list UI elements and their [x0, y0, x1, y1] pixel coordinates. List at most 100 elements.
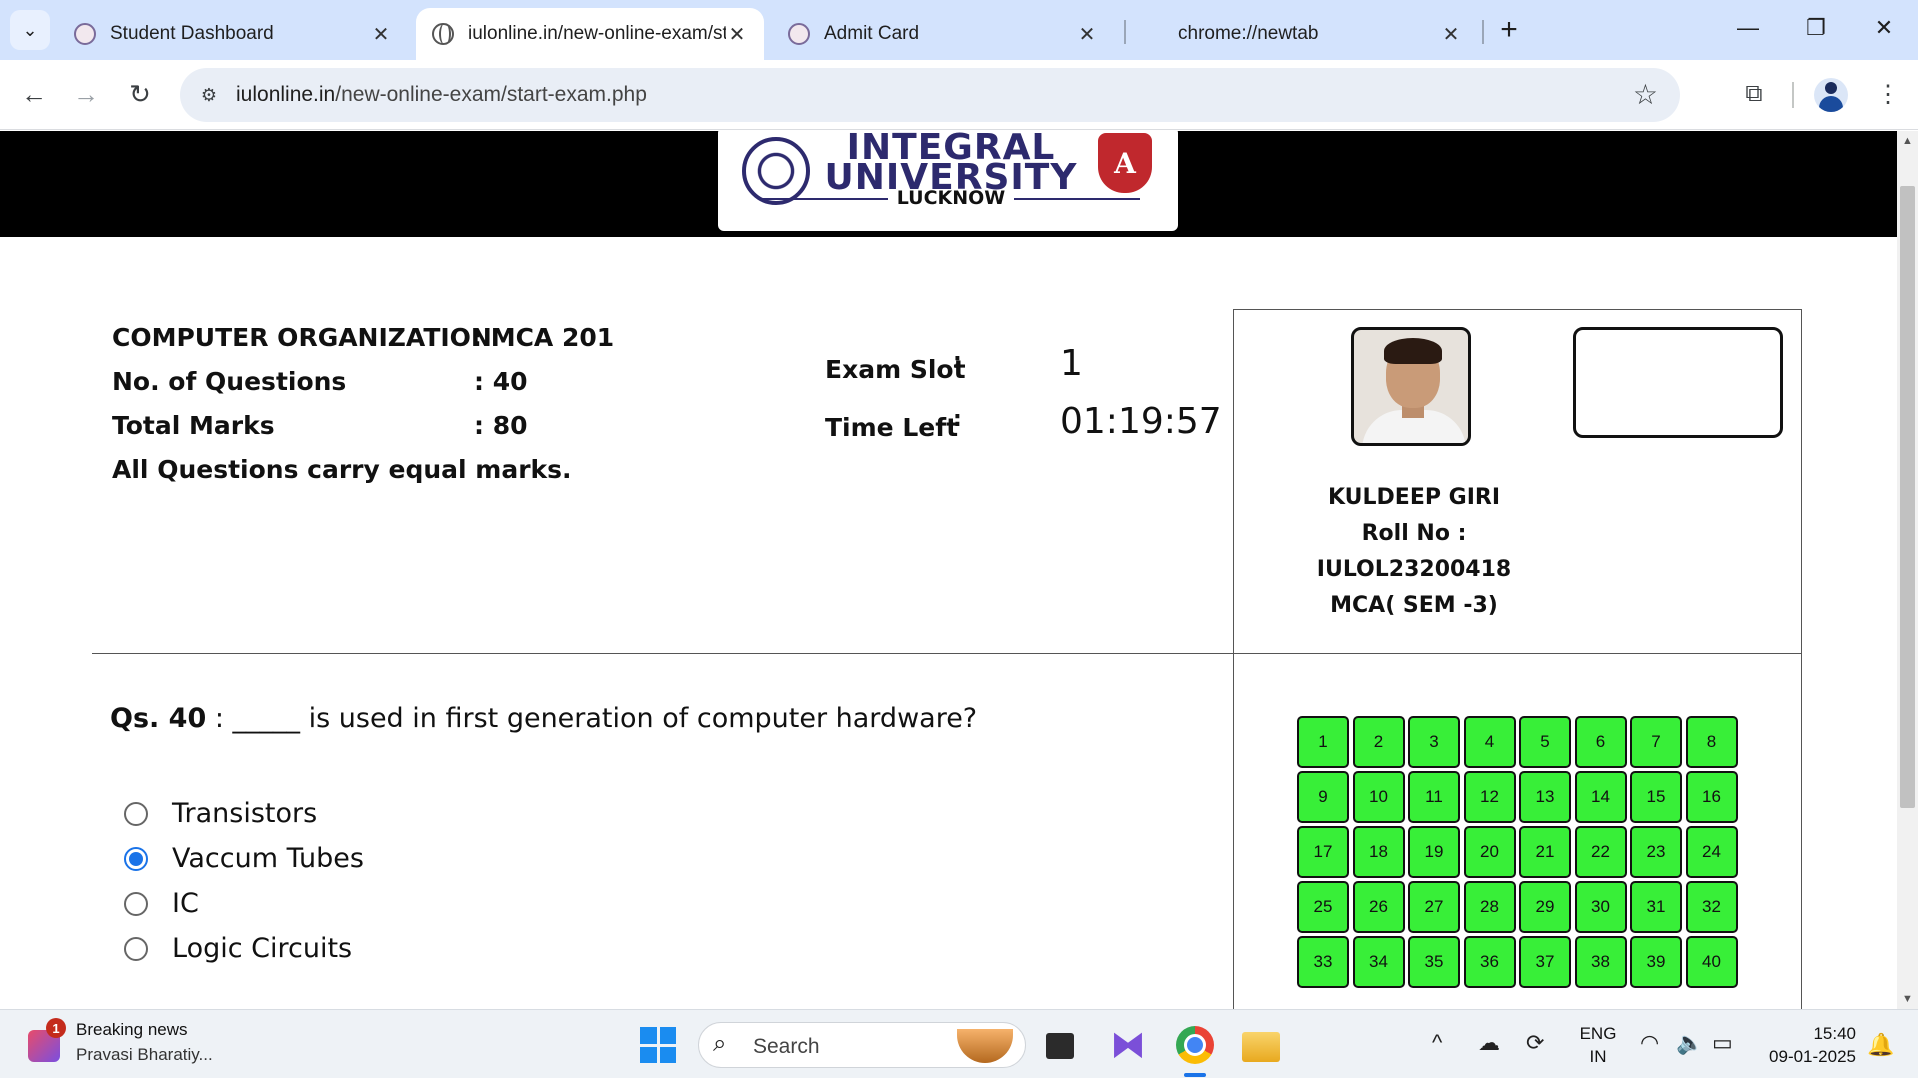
file-explorer-icon[interactable]: [1242, 1032, 1280, 1062]
minimize-button[interactable]: —: [1728, 8, 1768, 48]
chevron-up-icon[interactable]: ^: [1432, 1030, 1442, 1056]
battery-icon[interactable]: ▭: [1712, 1030, 1733, 1056]
question-nav-button[interactable]: 40: [1685, 936, 1738, 988]
radio-button[interactable]: [124, 846, 148, 871]
question-nav-button[interactable]: 25: [1297, 881, 1349, 933]
scroll-up-icon[interactable]: ▲: [1897, 131, 1918, 151]
address-bar[interactable]: ⚙ iulonline.in/new-online-exam/start-exa…: [180, 68, 1680, 122]
question-nav-button[interactable]: 27: [1408, 881, 1460, 933]
language-indicator[interactable]: ENG IN: [1578, 1022, 1618, 1068]
forward-button[interactable]: →: [66, 74, 106, 114]
question-nav-button[interactable]: 38: [1574, 936, 1627, 988]
notification-bell-icon[interactable]: 🔔: [1867, 1032, 1894, 1058]
university-seal-icon: [742, 137, 810, 205]
question-nav-button[interactable]: 39: [1630, 936, 1682, 988]
question-nav-button[interactable]: 2: [1352, 716, 1405, 768]
logo-subtitle: LUCKNOW: [896, 187, 1006, 209]
extensions-icon[interactable]: ⧉: [1734, 74, 1774, 114]
tab-search-button[interactable]: ⌄: [10, 10, 50, 50]
question-nav-button[interactable]: 24: [1685, 826, 1738, 878]
question-nav-button[interactable]: 15: [1630, 771, 1682, 823]
question-body: _____ is used in first generation of com…: [232, 703, 978, 734]
university-logo: INTEGRAL UNIVERSITY A LUCKNOW: [718, 131, 1178, 231]
wifi-icon[interactable]: ◠: [1640, 1030, 1659, 1056]
question-nav-button[interactable]: 7: [1630, 716, 1682, 768]
taskbar-search[interactable]: ⌕ Search: [698, 1022, 1026, 1068]
roll-label: Roll No :: [1361, 521, 1467, 546]
question-nav-button[interactable]: 19: [1408, 826, 1460, 878]
question-nav-button[interactable]: 31: [1630, 881, 1682, 933]
new-tab-button[interactable]: +: [1494, 10, 1524, 50]
close-icon[interactable]: ✕: [1076, 22, 1098, 47]
question-nav-button[interactable]: 18: [1352, 826, 1405, 878]
question-nav-button[interactable]: 32: [1685, 881, 1738, 933]
close-window-button[interactable]: ✕: [1864, 8, 1904, 48]
scroll-down-icon[interactable]: ▼: [1897, 989, 1918, 1009]
question-nav-button[interactable]: 23: [1630, 826, 1682, 878]
question-nav-button[interactable]: 9: [1297, 771, 1349, 823]
news-title[interactable]: Breaking news: [76, 1020, 188, 1040]
radio-button[interactable]: [124, 936, 148, 961]
volume-icon[interactable]: 🔈: [1676, 1030, 1703, 1056]
close-icon[interactable]: ✕: [370, 22, 392, 47]
question-nav-button[interactable]: 5: [1519, 716, 1571, 768]
back-button[interactable]: ←: [14, 74, 54, 114]
question-nav-button[interactable]: 4: [1463, 716, 1516, 768]
answer-option[interactable]: Transistors: [124, 791, 364, 836]
question-nav-button[interactable]: 3: [1408, 716, 1460, 768]
question-nav-button[interactable]: 14: [1574, 771, 1627, 823]
bookmark-star-icon[interactable]: ☆: [1633, 78, 1658, 111]
site-info-icon[interactable]: ⚙: [190, 76, 228, 114]
question-nav-button[interactable]: 20: [1463, 826, 1516, 878]
questions-value: : 40: [474, 367, 528, 396]
answer-option[interactable]: Vaccum Tubes: [124, 836, 364, 881]
question-nav-button[interactable]: 29: [1519, 881, 1571, 933]
restore-button[interactable]: ❐: [1796, 8, 1836, 48]
tab-admit-card[interactable]: Admit Card ✕: [772, 8, 1114, 60]
windows-start-icon[interactable]: [640, 1027, 676, 1063]
question-nav-button[interactable]: 1: [1297, 716, 1349, 768]
answer-option[interactable]: Logic Circuits: [124, 926, 364, 971]
windows-taskbar: 1 Breaking news Pravasi Bharatiy... ⌕ Se…: [0, 1009, 1918, 1078]
url-text[interactable]: iulonline.in/new-online-exam/start-exam.…: [236, 83, 647, 107]
question-nav-button[interactable]: 35: [1408, 936, 1460, 988]
onedrive-icon[interactable]: ☁: [1478, 1030, 1500, 1056]
question-nav-button[interactable]: 26: [1352, 881, 1405, 933]
question-nav-button[interactable]: 22: [1574, 826, 1627, 878]
question-nav-button[interactable]: 12: [1463, 771, 1516, 823]
question-nav-button[interactable]: 30: [1574, 881, 1627, 933]
question-nav-button[interactable]: 8: [1685, 716, 1738, 768]
question-nav-button[interactable]: 16: [1685, 771, 1738, 823]
close-icon[interactable]: ✕: [1440, 22, 1462, 47]
page-viewport: INTEGRAL UNIVERSITY A LUCKNOW COMPUTER O…: [0, 131, 1897, 1009]
profile-avatar[interactable]: [1814, 78, 1848, 112]
question-nav-button[interactable]: 17: [1297, 826, 1349, 878]
question-nav-button[interactable]: 10: [1352, 771, 1405, 823]
system-clock[interactable]: 15:40 09-01-2025: [1750, 1022, 1856, 1068]
page-scrollbar[interactable]: ▲ ▼: [1897, 131, 1918, 1009]
chrome-app-icon[interactable]: [1176, 1026, 1214, 1064]
menu-icon[interactable]: ⋮: [1868, 74, 1908, 114]
answer-option[interactable]: IC: [124, 881, 364, 926]
reload-button[interactable]: ↻: [120, 74, 160, 114]
question-nav-button[interactable]: 34: [1352, 936, 1405, 988]
question-nav-button[interactable]: 11: [1408, 771, 1460, 823]
question-nav-button[interactable]: 28: [1463, 881, 1516, 933]
question-nav-button[interactable]: 6: [1574, 716, 1627, 768]
tab-newtab[interactable]: chrome://newtab ✕: [1162, 8, 1478, 60]
question-nav-button[interactable]: 21: [1519, 826, 1571, 878]
question-nav-button[interactable]: 36: [1463, 936, 1516, 988]
news-subtitle[interactable]: Pravasi Bharatiy...: [76, 1045, 213, 1065]
sync-icon[interactable]: ⟳: [1526, 1030, 1544, 1056]
scroll-thumb[interactable]: [1900, 186, 1915, 808]
radio-button[interactable]: [124, 891, 148, 916]
question-nav-button[interactable]: 37: [1519, 936, 1571, 988]
question-nav-button[interactable]: 13: [1519, 771, 1571, 823]
terminal-app-icon[interactable]: [1046, 1033, 1074, 1059]
visual-studio-icon[interactable]: ⧓: [1106, 1023, 1150, 1067]
close-icon[interactable]: ✕: [726, 22, 748, 47]
tab-student-dashboard[interactable]: Student Dashboard ✕: [58, 8, 408, 60]
question-nav-button[interactable]: 33: [1297, 936, 1349, 988]
tab-exam[interactable]: iulonline.in/new-online-exam/st ✕: [416, 8, 764, 60]
radio-button[interactable]: [124, 801, 148, 826]
